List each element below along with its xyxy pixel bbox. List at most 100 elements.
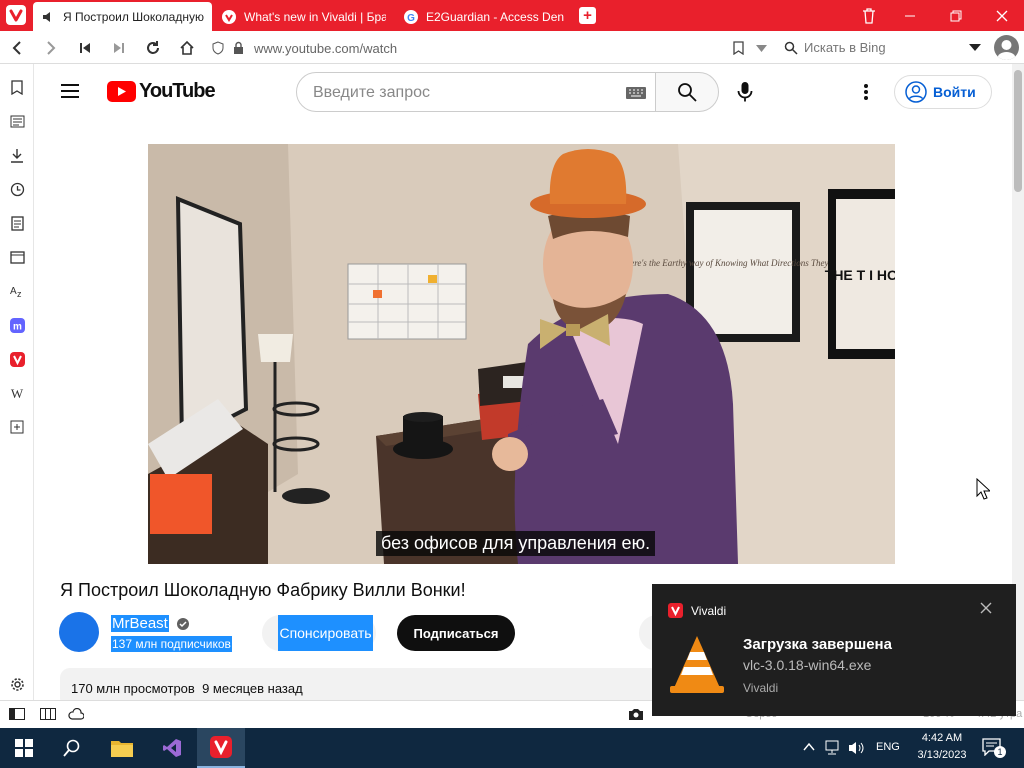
- vivaldi-menu-button[interactable]: [6, 5, 26, 25]
- tray-language[interactable]: ENG: [876, 741, 900, 753]
- add-panel-icon: [10, 420, 24, 434]
- svg-text:G: G: [407, 13, 415, 24]
- minimize-icon: [905, 15, 915, 16]
- home-button[interactable]: [177, 38, 197, 58]
- youtube-search-placeholder: Введите запрос: [313, 84, 430, 101]
- fastforward-icon: [114, 43, 124, 53]
- verified-icon: [177, 618, 189, 630]
- youtube-search-button[interactable]: [655, 72, 719, 112]
- channel-subscribers: 137 млн подписчиков: [111, 636, 232, 652]
- close-window-button[interactable]: [979, 0, 1024, 31]
- reload-button[interactable]: [143, 38, 163, 58]
- toast-close-button[interactable]: [980, 602, 992, 617]
- reload-icon: [147, 41, 159, 54]
- channel-avatar[interactable]: [59, 612, 99, 652]
- close-icon: [980, 602, 992, 614]
- panel-add[interactable]: [7, 417, 27, 437]
- panel-wikipedia[interactable]: W: [7, 383, 27, 403]
- action-center-button[interactable]: 1: [982, 738, 1006, 759]
- signin-button[interactable]: Войти: [894, 75, 992, 109]
- back-button[interactable]: [7, 38, 27, 58]
- channel-name[interactable]: MrBeast: [111, 615, 169, 632]
- tab-youtube[interactable]: Я Построил Шоколадную: [33, 2, 212, 31]
- tray-time[interactable]: 4:42 AM: [916, 732, 968, 744]
- minimize-button[interactable]: [887, 0, 933, 31]
- new-tab-button[interactable]: +: [579, 7, 596, 24]
- search-engine-field[interactable]: Искать в Bing: [780, 35, 988, 60]
- youtube-logo[interactable]: YouTube: [107, 80, 216, 103]
- url-text: www.youtube.com/watch: [254, 41, 398, 56]
- chevron-down-icon[interactable]: [756, 45, 767, 52]
- tray-volume[interactable]: [848, 740, 866, 759]
- mouse-cursor-icon: [976, 478, 990, 500]
- taskbar-vivaldi[interactable]: [197, 728, 245, 768]
- toggle-panel-button[interactable]: [9, 708, 25, 723]
- bookmark-icon[interactable]: [733, 41, 744, 55]
- trash-button[interactable]: [846, 0, 892, 31]
- panel-history[interactable]: [7, 179, 27, 199]
- folder-icon: [111, 741, 133, 757]
- trash-icon: [863, 7, 875, 24]
- more-options-button[interactable]: [863, 83, 869, 104]
- rewind-button[interactable]: [75, 38, 95, 58]
- youtube-logo-text: YouTube: [139, 80, 216, 102]
- profile-avatar[interactable]: [994, 35, 1019, 60]
- panel-bookmarks[interactable]: [7, 77, 27, 97]
- tab-label: E2Guardian - Access Denie: [426, 9, 564, 24]
- translate-icon: Az: [10, 286, 22, 298]
- maximize-button[interactable]: [933, 0, 979, 31]
- panel-toggle-icon: [9, 708, 25, 720]
- tab-vivaldi-news[interactable]: What's new in Vivaldi | Бра: [214, 2, 394, 31]
- panel-settings[interactable]: [7, 674, 27, 694]
- forward-button[interactable]: [41, 38, 61, 58]
- volume-icon: [849, 742, 864, 754]
- tray-network[interactable]: [825, 740, 843, 759]
- keyboard-icon[interactable]: [626, 87, 646, 99]
- vivaldi-icon: [222, 9, 236, 24]
- voice-search-button[interactable]: [737, 81, 753, 106]
- tab-e2guardian[interactable]: G E2Guardian - Access Denie: [396, 2, 572, 31]
- scrollbar-thumb[interactable]: [1014, 70, 1022, 192]
- tray-overflow[interactable]: [803, 741, 815, 755]
- url-field[interactable]: www.youtube.com/watch: [205, 35, 775, 60]
- tab-tiling-button[interactable]: [40, 708, 56, 723]
- download-notification[interactable]: Vivaldi Загрузка завершена vlc-3.0.18-wi…: [652, 584, 1016, 716]
- description-box[interactable]: 170 млн просмотров 9 месяцев назад: [60, 668, 660, 700]
- sponsor-button[interactable]: Спонсировать: [278, 615, 373, 651]
- video-frame-image: Here's the Earthy way of Knowing What Di…: [148, 144, 895, 564]
- subscribe-button[interactable]: Подписаться: [397, 615, 515, 651]
- forward-icon: [47, 41, 56, 55]
- svg-text:A: A: [10, 286, 17, 297]
- video-player[interactable]: Here's the Earthy way of Knowing What Di…: [148, 144, 895, 564]
- youtube-search-input[interactable]: Введите запрос: [296, 72, 656, 112]
- taskbar-visual-studio[interactable]: [148, 728, 196, 768]
- panel-downloads[interactable]: [7, 145, 27, 165]
- taskbar-search-button[interactable]: [48, 728, 96, 768]
- panel-vivaldi[interactable]: [7, 349, 27, 369]
- toast-source: Vivaldi: [743, 681, 779, 695]
- side-panel: Az m W: [0, 64, 34, 700]
- hamburger-menu-button[interactable]: [61, 83, 79, 102]
- search-placeholder: Искать в Bing: [804, 40, 886, 55]
- back-icon: [12, 41, 21, 55]
- fastforward-button[interactable]: [109, 38, 129, 58]
- svg-text:z: z: [17, 289, 22, 298]
- search-icon: [63, 739, 80, 757]
- sync-button[interactable]: [68, 707, 85, 723]
- notification-count: 1: [994, 746, 1006, 758]
- upload-date: 9 месяцев назад: [202, 681, 303, 696]
- chevron-down-icon[interactable]: [969, 44, 981, 51]
- panel-window[interactable]: [7, 247, 27, 267]
- panel-translate[interactable]: Az: [7, 281, 27, 301]
- window-panel-icon: [9, 250, 25, 264]
- lock-icon: [234, 41, 243, 54]
- taskbar-file-explorer[interactable]: [98, 728, 146, 768]
- panel-mastodon[interactable]: m: [7, 315, 27, 335]
- panel-reading-list[interactable]: [7, 111, 27, 131]
- tray-date[interactable]: 3/13/2023: [913, 749, 971, 761]
- tab-label: What's new in Vivaldi | Бра: [244, 9, 386, 24]
- capture-button[interactable]: [628, 707, 644, 724]
- start-button[interactable]: [0, 728, 48, 768]
- panel-notes[interactable]: [7, 213, 27, 233]
- vivaldi-icon: [668, 603, 683, 618]
